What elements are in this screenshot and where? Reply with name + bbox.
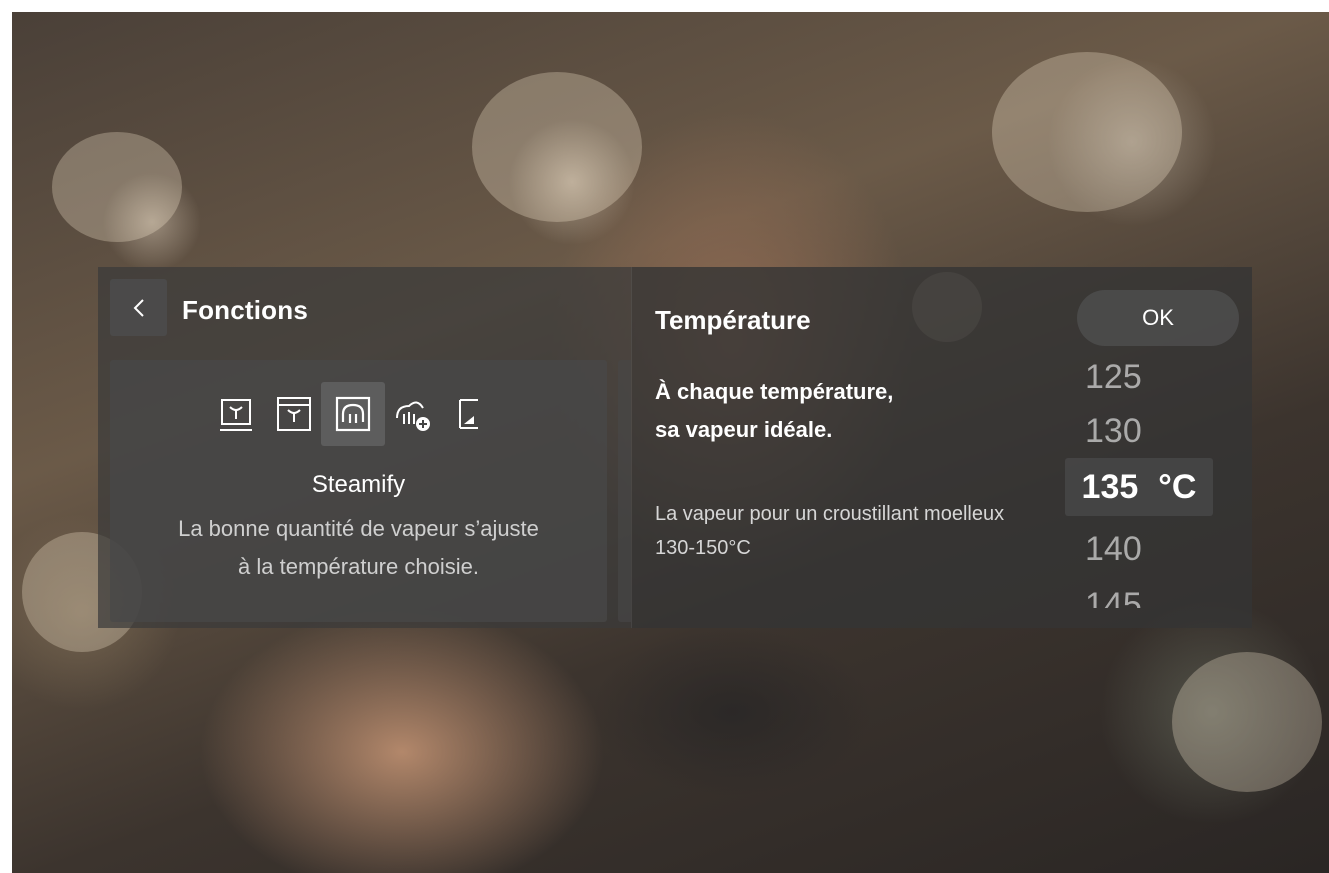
temperature-option[interactable]: 140 (1085, 529, 1142, 569)
function-description-line-2: à la température choisie. (238, 554, 479, 579)
temperature-option[interactable]: 145 (1085, 585, 1142, 608)
function-card: Steamify La bonne quantité de vapeur s’a… (110, 360, 607, 622)
function-description: La bonne quantité de vapeur s’ajuste à l… (110, 510, 607, 586)
function-description-line-1: La bonne quantité de vapeur s’ajuste (178, 516, 539, 541)
function-icon-row (204, 382, 524, 448)
info-line-2: 130-150°C (655, 537, 751, 559)
steam-tray-framed-icon[interactable] (262, 382, 326, 446)
temperature-unit: °C (1158, 467, 1197, 506)
headline-line-1: À chaque température, (655, 379, 894, 404)
chevron-left-icon (133, 298, 144, 317)
steamify-icon[interactable] (321, 382, 385, 446)
info-line-1: La vapeur pour un croustillant moelleux (655, 503, 1005, 525)
ok-button[interactable]: OK (1077, 290, 1239, 346)
temperature-option[interactable]: 125 (1085, 363, 1142, 397)
temperature-picker[interactable]: 125 130 135 °C 140 145 (1065, 363, 1215, 608)
next-card-edge[interactable] (618, 360, 631, 622)
oven-control-panel: Fonctions Steamify La bonne quantité de … (98, 267, 1252, 628)
functions-pane: Fonctions Steamify La bonne quantité de … (98, 267, 631, 628)
temperature-title: Température (655, 305, 811, 335)
temperature-selected[interactable]: 135 °C (1065, 458, 1213, 516)
bake-grill-icon[interactable] (430, 382, 494, 446)
temperature-pane: Température OK À chaque température, sa … (631, 267, 1252, 628)
function-name: Steamify (311, 471, 406, 498)
headline-line-2: sa vapeur idéale. (655, 417, 833, 442)
temperature-info: La vapeur pour un croustillant moelleux … (655, 497, 1004, 565)
back-button[interactable] (110, 279, 167, 336)
temperature-option[interactable]: 130 (1085, 411, 1142, 451)
temperature-selected-value: 135 (1081, 467, 1139, 506)
temperature-headline: À chaque température, sa vapeur idéale. (655, 373, 893, 449)
steam-tray-bottom-icon[interactable] (204, 382, 268, 446)
functions-title: Fonctions (182, 295, 309, 325)
